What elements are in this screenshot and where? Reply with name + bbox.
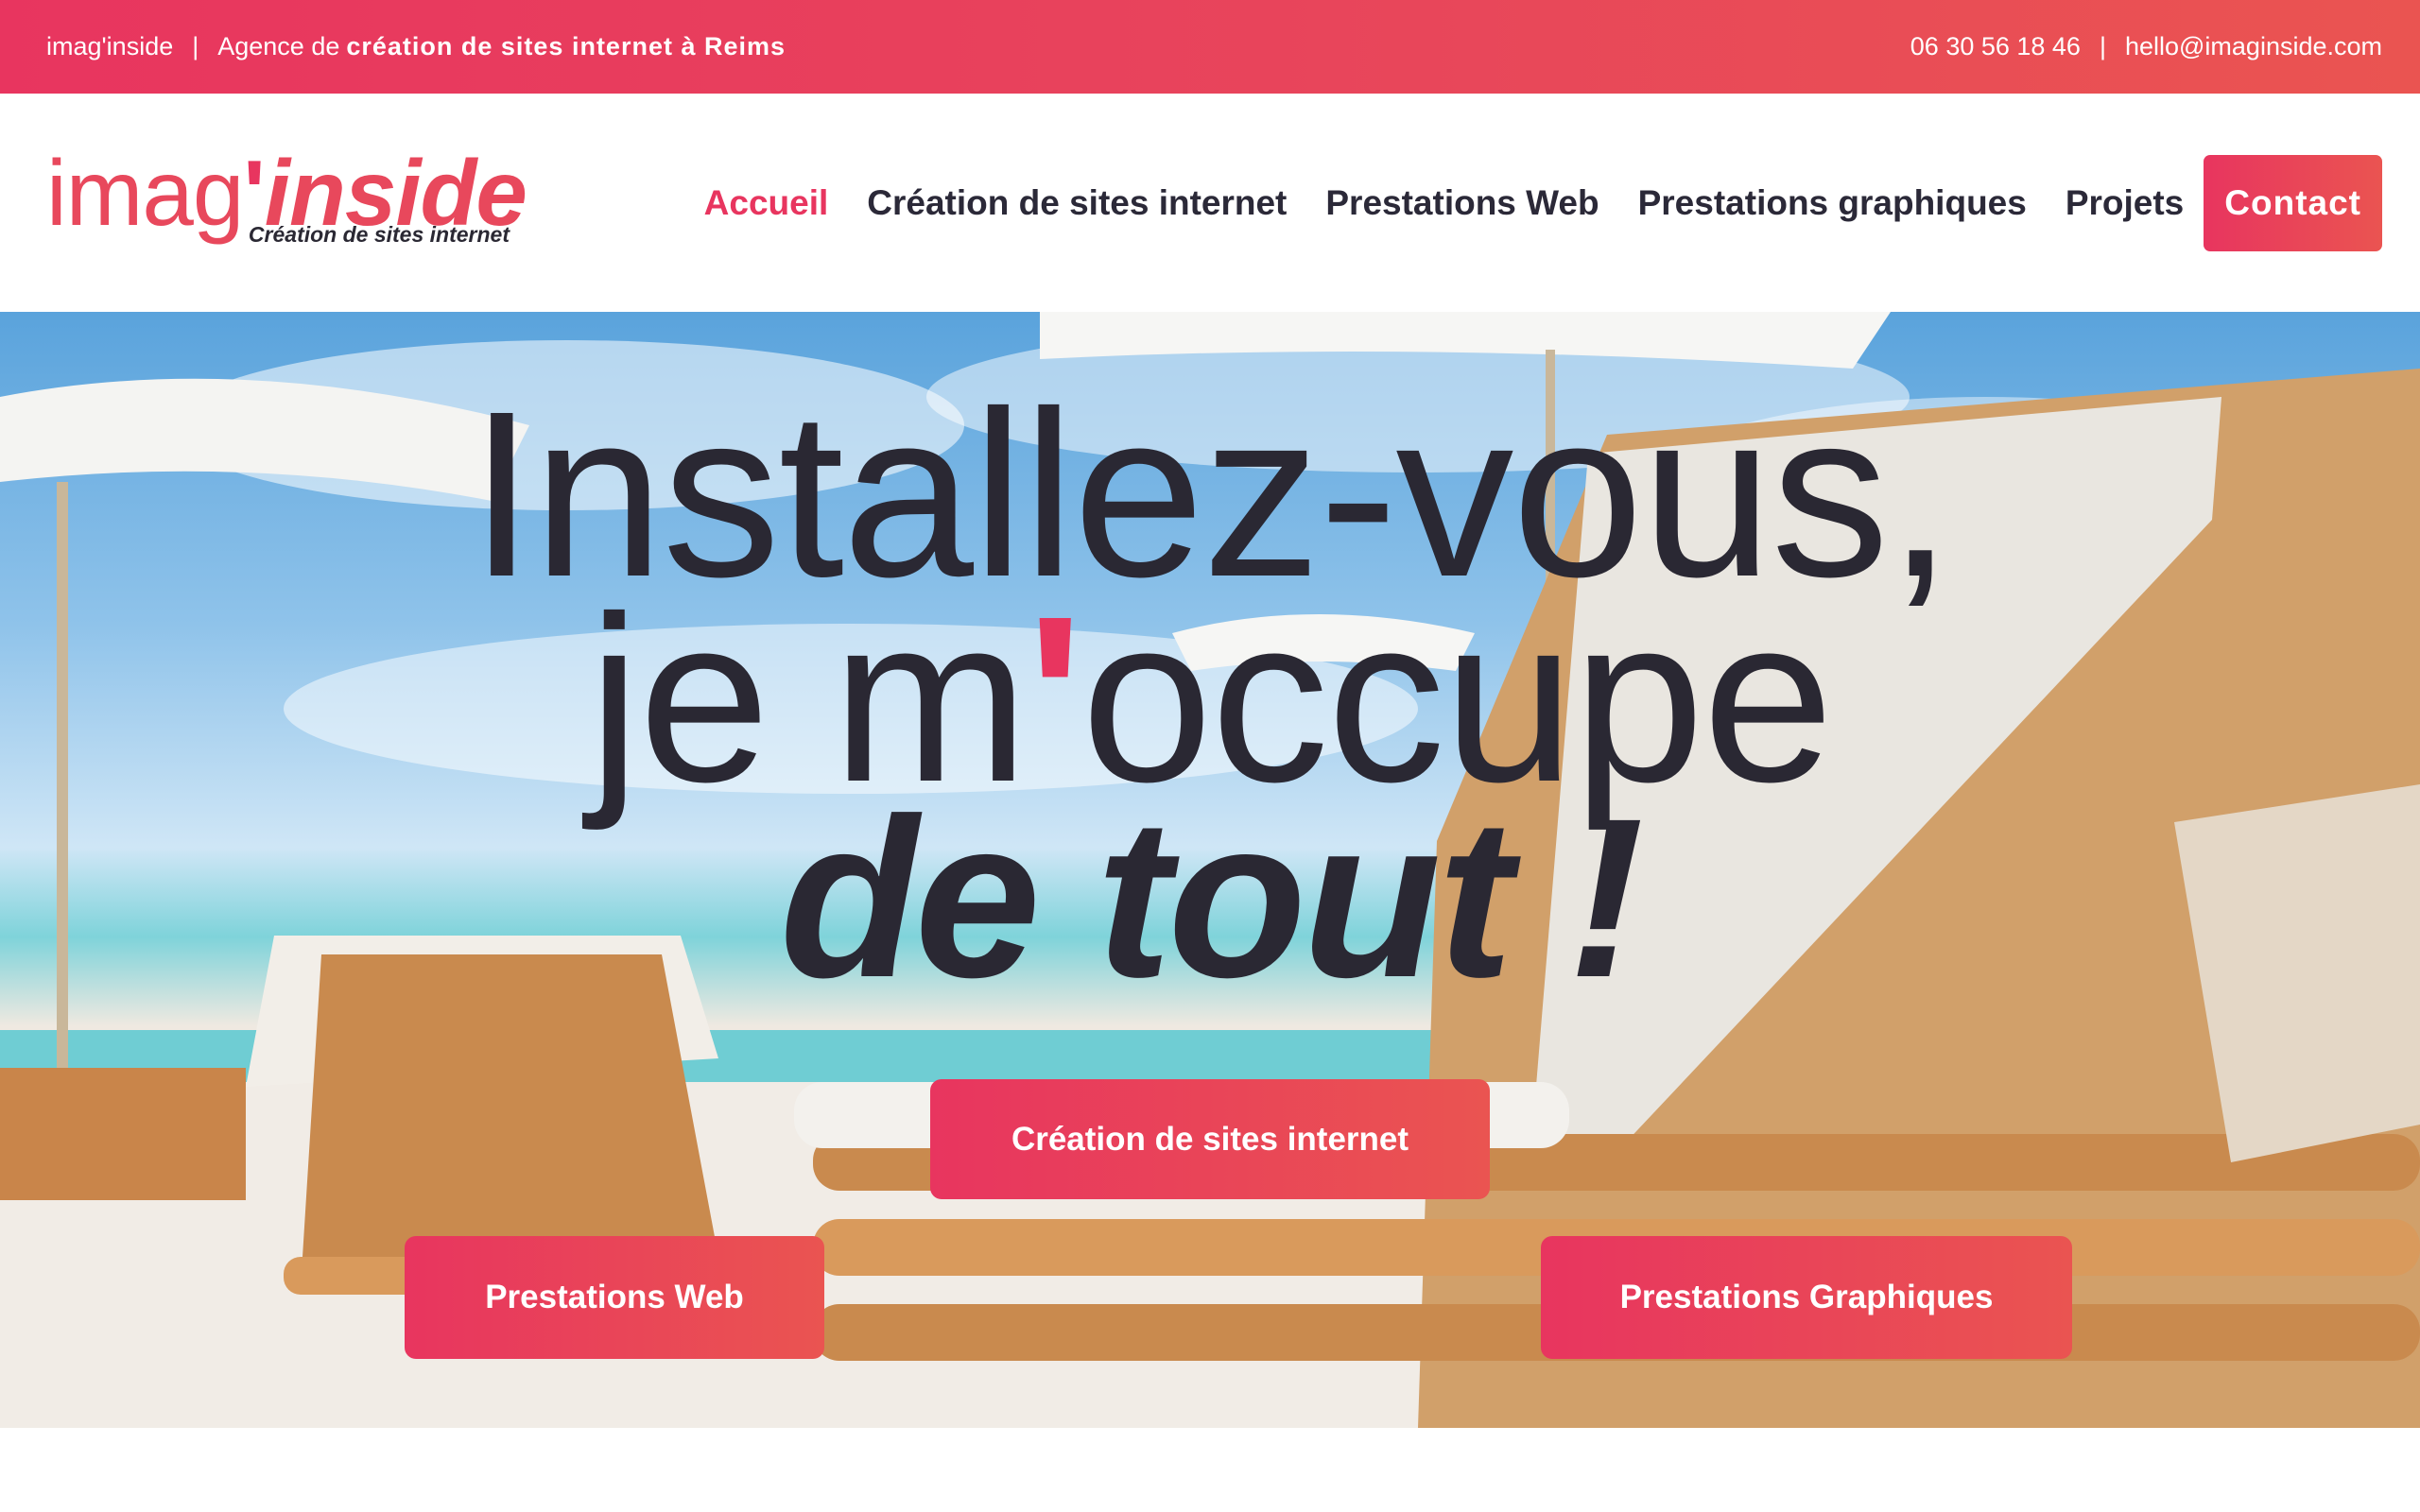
- top-bar-separator: |: [192, 32, 199, 60]
- top-bar-separator-2: |: [2099, 32, 2106, 60]
- top-bar-agency-prefix: Agence de: [217, 32, 340, 60]
- creation-sites-button[interactable]: Création de sites internet: [930, 1079, 1490, 1199]
- nav-item-accueil[interactable]: Accueil: [704, 183, 829, 223]
- nav-item-projets[interactable]: Projets: [2066, 183, 2184, 223]
- email-link[interactable]: hello@imaginside.com: [2125, 32, 2382, 61]
- logo-tagline: Création de sites internet: [248, 221, 510, 247]
- hero-banner: Installez-vous, je m'occupe de tout ! Cr…: [0, 312, 2420, 1428]
- top-bar-agency-bold: création de sites internet à Reims: [346, 32, 786, 60]
- nav-item-prestations-web[interactable]: Prestations Web: [1325, 183, 1599, 223]
- logo-light-part: imag: [46, 140, 244, 245]
- top-bar-contact-info: 06 30 56 18 46 | hello@imaginside.com: [1910, 32, 2382, 61]
- hero-line-3: de tout !: [779, 771, 1644, 1024]
- prestations-web-button[interactable]: Prestations Web: [405, 1236, 824, 1359]
- site-header: imag'inside Création de sites internet A…: [0, 94, 2420, 312]
- contact-button[interactable]: Contact: [2204, 154, 2382, 251]
- top-bar: imag'inside | Agence de création de site…: [0, 0, 2420, 94]
- site-logo[interactable]: imag'inside Création de sites internet: [46, 146, 527, 260]
- prestations-graphiques-button[interactable]: Prestations Graphiques: [1541, 1236, 2072, 1359]
- nav-item-creation-sites[interactable]: Création de sites internet: [867, 183, 1287, 223]
- phone-link[interactable]: 06 30 56 18 46: [1910, 32, 2081, 61]
- nav-item-prestations-graphiques[interactable]: Prestations graphiques: [1638, 183, 2027, 223]
- top-bar-brand: imag'inside: [46, 32, 174, 60]
- top-bar-left: imag'inside | Agence de création de site…: [46, 32, 786, 61]
- main-nav: Accueil Création de sites internet Prest…: [666, 94, 2382, 312]
